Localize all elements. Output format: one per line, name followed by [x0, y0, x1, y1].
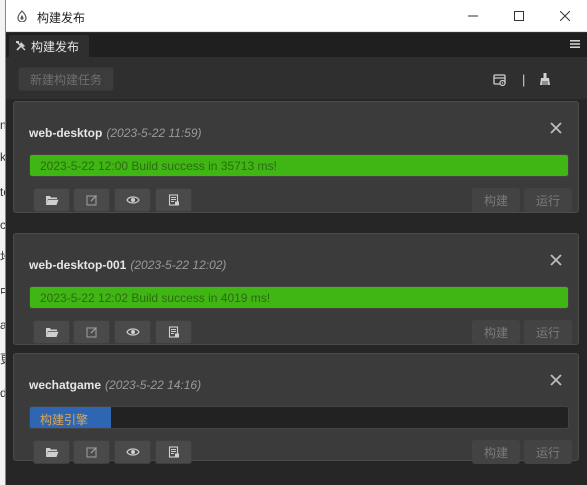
- close-icon: [560, 11, 570, 21]
- progress-status-text: 2023-5-22 12:00 Build success in 35713 m…: [40, 159, 277, 173]
- open-folder-button[interactable]: [33, 440, 70, 464]
- folder-icon: [45, 448, 58, 457]
- eye-icon: [125, 328, 140, 336]
- preview-button[interactable]: [114, 320, 151, 344]
- run-button[interactable]: 运行: [524, 320, 572, 344]
- settings-template-icon[interactable]: [493, 73, 507, 87]
- edit-config-button[interactable]: [73, 188, 110, 212]
- build-window: 构建发布 构建发布 新建构建任务 | web-desktop (2023-5-2…: [5, 0, 587, 485]
- build-button[interactable]: 构建: [472, 440, 520, 464]
- log-document-icon: [168, 446, 179, 458]
- title-bar[interactable]: 构建发布: [6, 0, 587, 32]
- build-task-card: web-desktop (2023-5-22 11:59) 2023-5-22 1…: [13, 101, 579, 213]
- maximize-icon: [514, 11, 524, 21]
- edit-icon: [85, 447, 97, 458]
- task-platform-name: web-desktop: [29, 126, 103, 140]
- minimize-icon: [468, 15, 478, 17]
- new-build-task-button[interactable]: 新建构建任务: [18, 67, 114, 91]
- task-timestamp: (2023-5-22 11:59): [106, 126, 202, 140]
- task-name: wechatgame (2023-5-22 14:16): [29, 378, 201, 392]
- close-window-button[interactable]: [542, 0, 587, 32]
- run-button[interactable]: 运行: [524, 440, 572, 464]
- build-task-card: wechatgame (2023-5-22 14:16) 构建引擎 构建 运行: [13, 353, 579, 464]
- progress-status-text: 构建引擎: [40, 413, 89, 427]
- tools-icon: [16, 41, 26, 51]
- eye-icon: [125, 448, 140, 456]
- build-task-card: web-desktop-001 (2023-5-22 12:02) 2023-5-…: [13, 233, 579, 345]
- folder-icon: [45, 196, 58, 205]
- panel-tab-strip: 构建发布: [6, 33, 587, 57]
- close-icon[interactable]: [550, 374, 562, 386]
- toolbar-separator: |: [522, 72, 526, 87]
- run-button[interactable]: 运行: [524, 188, 572, 212]
- window-title: 构建发布: [37, 11, 86, 25]
- folder-icon: [45, 328, 58, 337]
- edit-icon: [85, 327, 97, 338]
- tab-label: 构建发布: [31, 39, 80, 54]
- edit-config-button[interactable]: [73, 440, 110, 464]
- build-progress-bar: 2023-5-22 12:00 Build success in 35713 m…: [29, 154, 569, 177]
- task-platform-name: wechatgame: [29, 378, 102, 392]
- task-name: web-desktop-001 (2023-5-22 12:02): [29, 258, 226, 272]
- task-timestamp: (2023-5-22 12:02): [130, 258, 227, 272]
- log-document-icon: [168, 194, 179, 206]
- build-log-button[interactable]: [155, 320, 192, 344]
- panel-menu-icon[interactable]: [570, 39, 580, 49]
- task-timestamp: (2023-5-22 14:16): [105, 378, 202, 392]
- open-folder-button[interactable]: [33, 320, 70, 344]
- edit-icon: [85, 195, 97, 206]
- build-task-list: web-desktop (2023-5-22 11:59) 2023-5-22 1…: [6, 99, 587, 485]
- build-log-button[interactable]: [155, 440, 192, 464]
- maximize-button[interactable]: [496, 0, 542, 32]
- build-button[interactable]: 构建: [472, 188, 520, 212]
- tab-build-publish[interactable]: 构建发布: [9, 35, 89, 57]
- build-button[interactable]: 构建: [472, 320, 520, 344]
- eye-icon: [125, 196, 140, 204]
- open-folder-button[interactable]: [33, 188, 70, 212]
- close-icon[interactable]: [550, 122, 562, 134]
- preview-button[interactable]: [114, 188, 151, 212]
- progress-status-text: 2023-5-22 12:02 Build success in 4019 ms…: [40, 291, 271, 305]
- log-document-icon: [168, 326, 179, 338]
- task-name: web-desktop (2023-5-22 11:59): [29, 126, 202, 140]
- task-platform-name: web-desktop-001: [29, 258, 127, 272]
- build-progress-bar: 构建引擎: [29, 406, 569, 429]
- close-icon[interactable]: [550, 254, 562, 266]
- app-logo-icon: [17, 10, 27, 22]
- preview-button[interactable]: [114, 440, 151, 464]
- build-log-button[interactable]: [155, 188, 192, 212]
- edit-config-button[interactable]: [73, 320, 110, 344]
- build-progress-bar: 2023-5-22 12:02 Build success in 4019 ms…: [29, 286, 569, 309]
- clean-broom-icon[interactable]: [538, 72, 552, 86]
- minimize-button[interactable]: [450, 0, 496, 32]
